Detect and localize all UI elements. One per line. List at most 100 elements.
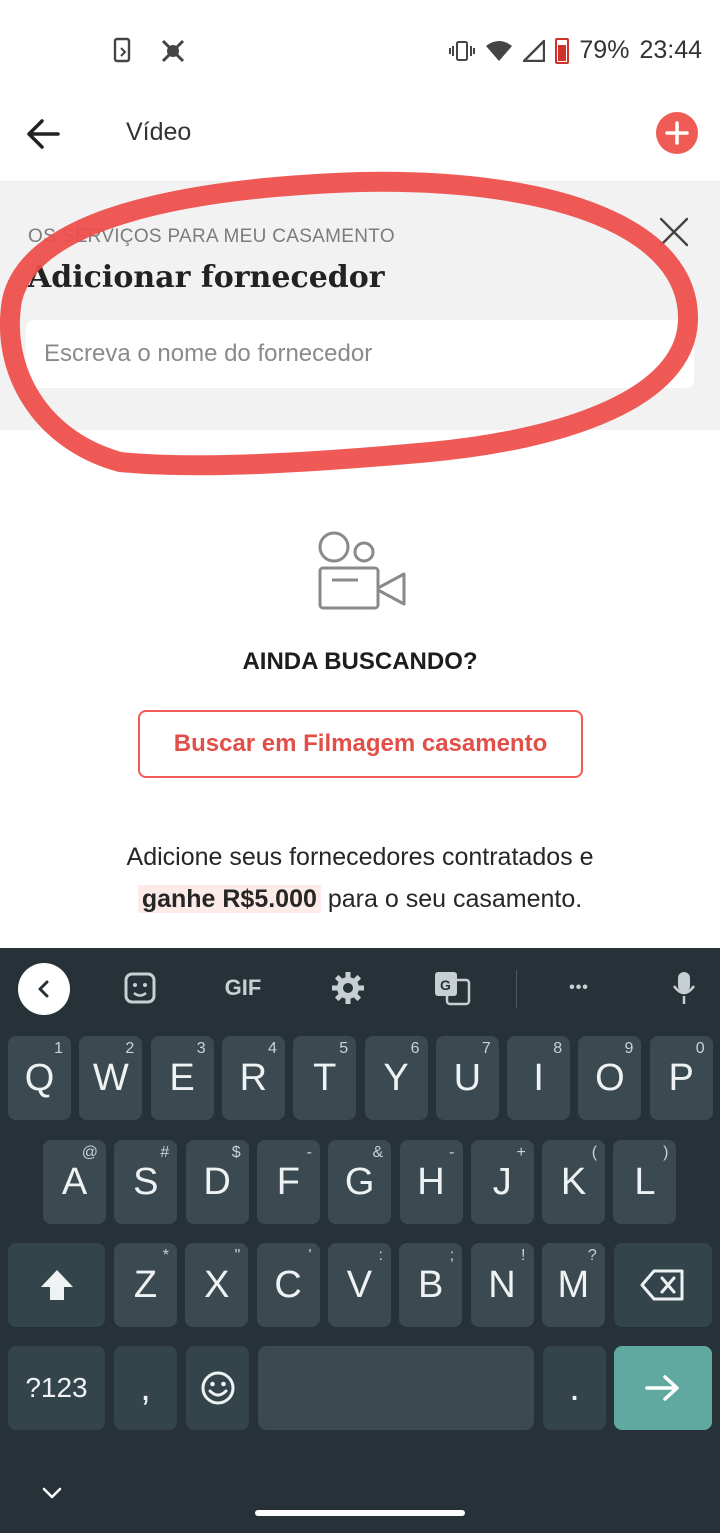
emoji-icon	[201, 1371, 234, 1405]
key-b[interactable]: B;	[399, 1243, 463, 1327]
video-camera-icon	[318, 531, 406, 610]
key-t[interactable]: T5	[293, 1036, 357, 1120]
promo-after: para o seu casamento.	[327, 885, 583, 913]
key-v-hint: :	[378, 1247, 383, 1264]
toolbar-divider	[516, 970, 517, 1008]
key-t-hint: 5	[339, 1040, 349, 1057]
key-e[interactable]: E3	[150, 1036, 214, 1120]
key-i-hint: 8	[553, 1040, 563, 1057]
plus-icon	[665, 121, 689, 145]
key-a-hint: @	[81, 1144, 98, 1161]
key-e-hint: 3	[196, 1040, 206, 1057]
screen-rotate-icon	[113, 37, 131, 63]
key-z[interactable]: Z *	[114, 1243, 177, 1327]
gif-button[interactable]: GIF	[216, 966, 270, 1010]
key-h-hint: -	[449, 1144, 455, 1161]
key-z-hint: *	[162, 1247, 169, 1264]
key-y-hint: 6	[410, 1040, 420, 1057]
space-key[interactable]	[258, 1346, 534, 1430]
panel-eyebrow: OS SERVIÇOS PARA MEU CASAMENTO	[28, 226, 395, 247]
key-p-hint: 0	[695, 1040, 705, 1057]
key-x[interactable]: X "	[185, 1243, 249, 1327]
comma-key[interactable]: ,	[114, 1346, 177, 1430]
symbols-key-label: ?123	[25, 1372, 88, 1403]
back-arrow-icon[interactable]	[22, 112, 66, 156]
keyboard-toolbar: GIF G •••	[0, 948, 720, 1030]
key-r-label: R	[239, 1056, 268, 1099]
key-n-label: N	[488, 1263, 516, 1306]
key-n-hint: !	[521, 1247, 526, 1264]
key-f[interactable]: F-	[256, 1140, 320, 1224]
page-title: Vídeo	[126, 118, 192, 146]
key-w-label: W	[92, 1056, 129, 1099]
chevron-down-icon[interactable]	[38, 1479, 66, 1507]
key-m[interactable]: M?	[541, 1243, 605, 1327]
period-key-label: .	[569, 1366, 580, 1409]
shift-arrow-icon	[40, 1270, 73, 1300]
promo-line-1: Adicione seus fornecedores contratados e	[126, 843, 594, 871]
key-c[interactable]: C '	[256, 1243, 320, 1327]
key-d-hint: $	[231, 1144, 241, 1161]
key-k-hint: (	[591, 1144, 598, 1161]
key-o-label: O	[595, 1056, 625, 1099]
key-a-label: A	[61, 1160, 88, 1203]
key-r[interactable]: R4	[221, 1036, 285, 1120]
key-m-label: M	[557, 1263, 590, 1306]
vendor-name-input[interactable]	[26, 320, 694, 388]
enter-key[interactable]	[614, 1346, 712, 1430]
promo-line-2: ganhe R$5.000 para o seu casamento.	[0, 878, 720, 920]
key-o[interactable]: O9	[578, 1036, 642, 1120]
app-bar: Vídeo	[0, 104, 720, 182]
key-y-label: Y	[383, 1056, 409, 1099]
settings-gear-icon[interactable]	[326, 966, 370, 1010]
key-u[interactable]: U7	[435, 1036, 499, 1120]
promo-highlight: ganhe R$5.000	[137, 885, 321, 913]
key-b-hint: ;	[449, 1247, 455, 1264]
key-x-label: X	[204, 1263, 230, 1306]
key-k[interactable]: K(	[542, 1140, 606, 1224]
key-y[interactable]: Y6	[364, 1036, 428, 1120]
promo-text: Adicione seus fornecedores contratados e…	[0, 836, 720, 920]
backspace-key[interactable]	[614, 1243, 712, 1327]
more-options-button[interactable]: •••	[556, 966, 602, 1010]
key-n[interactable]: N!	[470, 1243, 534, 1327]
sticker-icon[interactable]	[118, 966, 162, 1010]
search-videographers-button[interactable]: Buscar em Filmagem casamento	[138, 710, 583, 778]
key-g[interactable]: G &	[328, 1140, 392, 1224]
key-c-hint: '	[308, 1247, 312, 1264]
key-p[interactable]: P0	[649, 1036, 713, 1120]
panel-heading: Adicionar fornecedor	[28, 260, 385, 295]
key-s[interactable]: S #	[114, 1140, 178, 1224]
chevron-left-icon[interactable]	[18, 963, 70, 1015]
home-gesture-pill[interactable]	[255, 1510, 465, 1516]
key-o-hint: 9	[624, 1040, 634, 1057]
period-key[interactable]: .	[543, 1346, 606, 1430]
key-q[interactable]: Q1	[8, 1036, 71, 1120]
key-b-label: B	[418, 1263, 444, 1306]
add-button[interactable]	[656, 112, 698, 154]
key-a[interactable]: A @	[43, 1140, 106, 1224]
key-s-label: S	[133, 1160, 159, 1203]
clock: 23:44	[639, 36, 702, 64]
translate-icon[interactable]: G	[430, 966, 474, 1010]
key-u-hint: 7	[481, 1040, 491, 1057]
key-d[interactable]: D $	[185, 1140, 249, 1224]
key-w-hint: 2	[125, 1040, 135, 1057]
key-w[interactable]: W2	[79, 1036, 143, 1120]
key-m-hint: ?	[587, 1247, 597, 1264]
key-l[interactable]: L)	[613, 1140, 677, 1224]
key-s-hint: #	[160, 1144, 170, 1161]
key-j[interactable]: J +	[470, 1140, 534, 1224]
close-icon[interactable]	[656, 214, 692, 250]
key-h[interactable]: H-	[399, 1140, 463, 1224]
signal-icon	[523, 39, 546, 62]
backspace-icon	[640, 1269, 684, 1301]
symbols-key[interactable]: ?123	[8, 1346, 105, 1430]
microphone-icon[interactable]	[664, 966, 704, 1010]
keyboard: GIF G ••• Q 1 W 2 E 3 R 4 T 5 Y 6 U 7 I 8 O 9 P 0 A @ S # D $ F - G &…	[0, 948, 720, 1453]
key-i[interactable]: I8	[507, 1036, 571, 1120]
key-e-label: E	[169, 1056, 195, 1099]
key-v[interactable]: V:	[327, 1243, 391, 1327]
emoji-key[interactable]	[186, 1346, 249, 1430]
shift-key[interactable]	[8, 1243, 105, 1327]
